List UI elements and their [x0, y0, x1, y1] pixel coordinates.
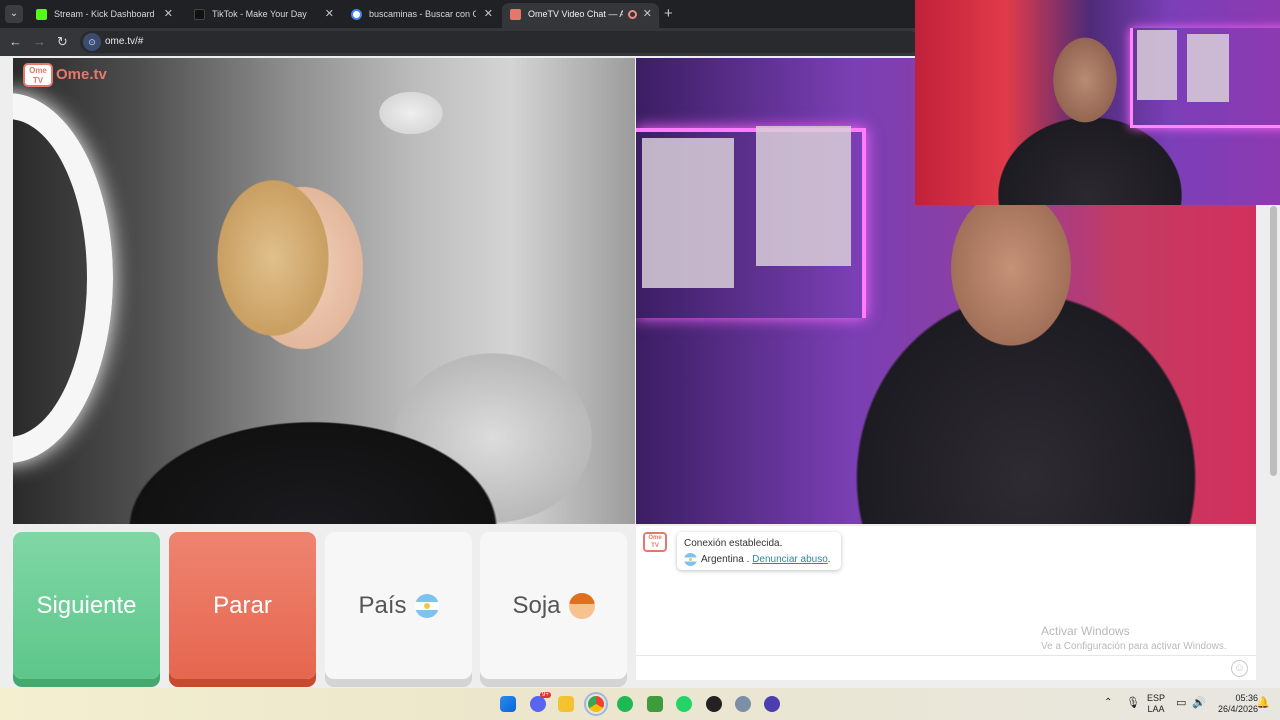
settings-gear-icon[interactable]: [735, 696, 751, 712]
screen: ⌄ Stream - Kick Dashboard ✕ TikTok - Mak…: [0, 0, 1280, 720]
date: 26/4/2026: [1217, 704, 1258, 714]
reload-icon[interactable]: ↻: [57, 33, 68, 51]
tab-tiktok[interactable]: TikTok - Make Your Day ✕: [186, 3, 341, 28]
stop-button-label: Parar: [213, 591, 272, 619]
recording-icon: [628, 10, 637, 19]
new-tab-button[interactable]: +: [664, 3, 673, 25]
app-icon[interactable]: [764, 696, 780, 712]
tab-label: TikTok - Make Your Day: [212, 9, 307, 19]
obs-icon[interactable]: [706, 696, 722, 712]
next-button[interactable]: Siguiente: [13, 532, 160, 679]
gender-filter-button[interactable]: Soja: [480, 532, 627, 679]
address-bar[interactable]: ⊙ ome.tv/#: [80, 31, 920, 53]
emoji-icon[interactable]: ☺: [1231, 660, 1248, 677]
back-arrow-icon[interactable]: ←: [9, 33, 22, 51]
discord-badge: 9+: [540, 692, 551, 698]
windows-activation-watermark: Activar Windows Ve a Configuración para …: [1041, 624, 1227, 654]
discord-icon[interactable]: [530, 696, 546, 712]
google-icon: [351, 9, 362, 20]
close-icon[interactable]: ✕: [325, 3, 334, 25]
windows-start-icon[interactable]: [500, 696, 516, 712]
argentina-flag-icon: [684, 552, 697, 566]
time: 05:36: [1235, 693, 1258, 703]
whatsapp-icon[interactable]: [676, 696, 692, 712]
chevron-up-icon[interactable]: ⌃: [1104, 697, 1112, 708]
partner-info: Argentina . Denunciar abuso.: [684, 552, 841, 568]
forward-arrow-icon[interactable]: →: [33, 33, 46, 51]
close-icon[interactable]: ✕: [484, 3, 493, 25]
page-scrollbar[interactable]: [1270, 206, 1277, 476]
wall-poster: [1187, 34, 1229, 102]
tab-ometv[interactable]: OmeTV Video Chat — Alternat ✕: [502, 3, 659, 28]
close-icon[interactable]: ✕: [643, 3, 652, 25]
country-filter-label: País: [358, 591, 407, 619]
tab-google-search[interactable]: buscaminas - Buscar con Google ✕: [343, 3, 500, 28]
kick-icon: [36, 9, 47, 20]
tab-label: Stream - Kick Dashboard: [54, 9, 155, 19]
separator: .: [743, 554, 753, 565]
tab-kick-dashboard[interactable]: Stream - Kick Dashboard ✕: [28, 3, 180, 28]
watermark-subtitle: Ve a Configuración para activar Windows.: [1041, 641, 1227, 652]
minecraft-icon[interactable]: [647, 696, 663, 712]
report-abuse-link[interactable]: Denunciar abuso: [752, 554, 828, 565]
gender-filter-label: Soja: [512, 591, 561, 619]
connection-status: Conexión establecida.: [684, 538, 783, 549]
tab-label: buscaminas - Buscar con Google: [369, 9, 476, 19]
wall-poster: [642, 138, 734, 288]
ometv-chat-avatar-icon: Ome TV: [643, 532, 667, 552]
site-info-icon[interactable]: ⊙: [83, 33, 101, 51]
chrome-icon[interactable]: [584, 692, 608, 716]
argentina-flag-icon: [414, 594, 439, 619]
volume-icon[interactable]: 🔊: [1192, 696, 1206, 709]
microphone-icon[interactable]: 🎙: [1126, 696, 1140, 709]
period: .: [827, 554, 831, 565]
watermark-title: Activar Windows: [1041, 624, 1130, 638]
ometv-icon: [510, 9, 521, 20]
file-explorer-icon[interactable]: [558, 696, 574, 712]
windows-taskbar: 9+ ⌃ 🎙 ESP LAA ▭ 🔊 05:36 26/4/2026 🔔: [0, 688, 1280, 720]
partner-country: Argentina: [701, 554, 744, 565]
country-filter-button[interactable]: País: [325, 532, 472, 679]
language-layout: LAA: [1147, 704, 1165, 714]
chat-panel: Ome TV Conexión establecida. Argentina .…: [636, 526, 1256, 680]
language-indicator[interactable]: ESP LAA: [1144, 693, 1168, 715]
language-code: ESP: [1146, 693, 1165, 703]
stranger-video: Ome TV Ome.tv: [13, 58, 635, 524]
boy-face-icon: [568, 593, 595, 620]
url-text: ome.tv/#: [105, 36, 144, 47]
ometv-logo-text: Ome.tv: [56, 65, 107, 83]
wall-poster: [1137, 30, 1177, 100]
ometv-logo-badge: Ome TV: [23, 63, 53, 87]
notification-bell-icon[interactable]: 🔔: [1256, 696, 1270, 709]
wall-poster: [756, 126, 851, 266]
system-message: Conexión establecida. Argentina . Denunc…: [677, 532, 841, 570]
stop-button[interactable]: Parar: [169, 532, 316, 679]
chat-message-input[interactable]: ☺: [636, 655, 1256, 680]
next-button-label: Siguiente: [36, 591, 137, 619]
tiktok-icon: [194, 9, 205, 20]
spotify-icon[interactable]: [617, 696, 633, 712]
clock[interactable]: 05:36 26/4/2026: [1210, 693, 1258, 715]
ometv-logo: Ome TV Ome.tv: [23, 63, 107, 87]
streamer-overlay-camera: [915, 0, 1280, 205]
network-icon[interactable]: ▭: [1176, 696, 1186, 709]
ring-light: [13, 93, 113, 463]
tab-label: OmeTV Video Chat — Alternat: [528, 9, 623, 19]
tab-search-chevron-icon[interactable]: ⌄: [5, 5, 23, 23]
close-icon[interactable]: ✕: [164, 3, 173, 25]
